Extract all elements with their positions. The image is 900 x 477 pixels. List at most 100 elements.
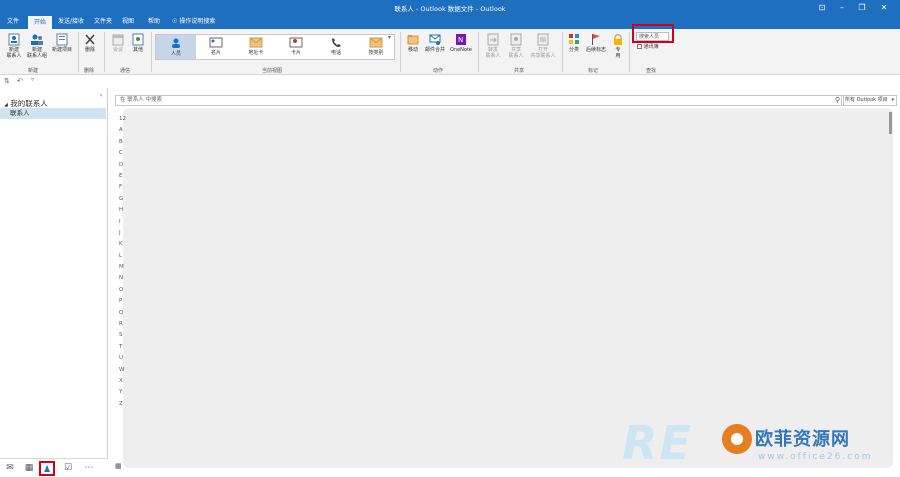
tell-me-label: 操作说明搜索 <box>179 18 216 25</box>
index-letter[interactable]: U <box>119 353 127 364</box>
folder-contacts[interactable]: 联系人 <box>0 108 106 119</box>
mail-merge-icon <box>429 34 441 45</box>
index-letter[interactable]: E <box>119 171 127 182</box>
index-letter[interactable]: C <box>119 148 127 159</box>
index-letter[interactable]: Q <box>119 308 127 319</box>
customize-icon[interactable]: ▿ <box>31 76 34 83</box>
categorize-label: 分类 <box>568 47 579 53</box>
index-letter[interactable]: S <box>119 330 127 341</box>
view-gallery: 人员 名片 地址卡 卡片 电话 按类别 <box>155 34 395 60</box>
view-business-card[interactable]: 名片 <box>196 35 236 59</box>
new-contact-label: 新建 联系人 <box>6 47 22 59</box>
index-letter[interactable]: J <box>119 228 127 239</box>
index-letter[interactable]: O <box>119 285 127 296</box>
search-scope-dropdown[interactable]: 所有 Outlook 项目 ▾ <box>841 95 897 106</box>
business-card-icon <box>209 37 223 48</box>
onenote-button[interactable]: N OneNote <box>448 33 474 53</box>
move-label: 移动 <box>407 47 418 53</box>
index-letter[interactable]: T <box>119 342 127 353</box>
communicate-group-label: 通信 <box>120 68 131 74</box>
svg-text:N: N <box>458 36 463 44</box>
ribbon-tabs: 文件 开始 发送/接收 文件夹 视图 帮助 ☉ 操作说明搜索 <box>0 15 900 29</box>
people-icon[interactable]: ♟ <box>39 461 55 476</box>
module-switcher: ✉ ▦ ♟ ☑ ⋯ <box>0 458 108 477</box>
private-label: 专 用 <box>615 47 621 59</box>
view-address-card[interactable]: 地址卡 <box>236 35 276 59</box>
gallery-scroll-chevron-icon[interactable]: ▾ <box>385 35 394 41</box>
follow-up-button[interactable]: 后续标志 <box>583 33 609 53</box>
index-letter[interactable]: N <box>119 273 127 284</box>
delete-button[interactable]: 删除 <box>82 33 98 53</box>
tab-view[interactable]: 视图 <box>118 15 138 29</box>
index-letter[interactable]: G <box>119 194 127 205</box>
open-shared-contacts-button[interactable]: 打开 共享联系人 <box>528 33 558 59</box>
new-contact-group-button[interactable]: 新建 联系人组 <box>26 33 48 59</box>
search-highlight-box <box>632 24 674 43</box>
tab-send-receive[interactable]: 发送/接收 <box>54 15 88 29</box>
view-card[interactable]: 卡片 <box>276 35 316 59</box>
tasks-icon[interactable]: ☑ <box>60 461 76 476</box>
scrollbar[interactable] <box>889 112 892 134</box>
categorize-button[interactable]: 分类 <box>565 33 583 53</box>
open-shared-contacts-icon <box>537 33 549 46</box>
open-shared-contacts-label: 打开 共享联系人 <box>530 47 556 59</box>
index-letter[interactable]: X <box>119 376 127 387</box>
more-communicate-button[interactable]: 其他 <box>129 33 147 53</box>
mail-merge-button[interactable]: 邮件合并 <box>423 33 447 53</box>
new-contact-button[interactable]: 新建 联系人 <box>4 33 24 59</box>
tab-home[interactable]: 开始 <box>28 15 52 29</box>
phone-icon <box>332 38 341 47</box>
new-items-button[interactable]: 新建项目 <box>50 33 74 53</box>
index-letter[interactable]: Y <box>119 387 127 398</box>
close-button[interactable]: ✕ <box>870 0 898 15</box>
tab-file[interactable]: 文件 <box>2 15 24 29</box>
index-letter[interactable]: W <box>119 365 127 376</box>
ribbon: 新建 联系人 新建 联系人组 新建项目 新建 删除 删除 会议 其他 通信 人员… <box>0 29 900 75</box>
index-letter[interactable]: K <box>119 239 127 250</box>
meeting-button[interactable]: 会议 <box>109 33 127 53</box>
send-receive-icon[interactable]: ⇅ <box>4 77 10 85</box>
tab-folder[interactable]: 文件夹 <box>90 15 116 29</box>
lightbulb-icon: ☉ <box>172 18 178 25</box>
divider <box>78 32 79 72</box>
private-button[interactable]: 专 用 <box>611 33 625 59</box>
index-letter[interactable]: I <box>119 217 127 228</box>
index-letter[interactable]: Z <box>119 399 127 410</box>
address-book-icon <box>637 44 642 49</box>
index-letter[interactable]: L <box>119 251 127 262</box>
index-letter[interactable]: F <box>119 182 127 193</box>
watermark: RE 欧菲资源网 www.office26.com <box>622 412 897 472</box>
index-letter[interactable]: P <box>119 296 127 307</box>
index-letter[interactable]: B <box>119 137 127 148</box>
index-letter[interactable]: 12 <box>119 114 127 125</box>
index-letter[interactable]: M <box>119 262 127 273</box>
view-people[interactable]: 人员 <box>156 35 196 59</box>
forward-contact-button[interactable]: 转发 联系人 <box>482 33 504 59</box>
my-contacts-label: 我的联系人 <box>10 99 48 108</box>
collapse-pane-icon[interactable]: ‹ <box>100 92 102 99</box>
share-contacts-label: 共享 联系人 <box>508 47 524 59</box>
search-icon[interactable]: ⚲ <box>835 96 840 105</box>
move-button[interactable]: 移动 <box>404 33 422 53</box>
search-contacts-input[interactable]: 在 联系人 中搜索 ⚲ <box>115 95 844 106</box>
address-book-button[interactable]: 通讯簿 <box>637 43 659 50</box>
view-phone[interactable]: 电话 <box>316 35 356 59</box>
index-letter[interactable]: H <box>119 205 127 216</box>
follow-up-label: 后续标志 <box>585 47 606 53</box>
view-by-category-label: 按类别 <box>368 50 384 56</box>
calendar-icon[interactable]: ▦ <box>21 461 37 476</box>
mail-icon[interactable]: ✉ <box>2 461 18 476</box>
forward-contact-icon <box>487 33 499 46</box>
index-letter[interactable]: A <box>119 125 127 136</box>
index-letter[interactable]: D <box>119 160 127 171</box>
alphabet-index: 12 A B C D E F G H I J K L M N O P Q R S T U W X Y Z <box>119 114 127 410</box>
undo-icon[interactable]: ↶ <box>17 77 23 85</box>
index-letter[interactable]: R <box>119 319 127 330</box>
tell-me-search[interactable]: ☉ 操作说明搜索 <box>172 15 238 29</box>
new-items-label: 新建项目 <box>51 47 72 53</box>
tab-help[interactable]: 帮助 <box>142 15 166 29</box>
share-contacts-button[interactable]: 共享 联系人 <box>505 33 527 59</box>
more-icon[interactable]: ⋯ <box>81 461 97 476</box>
search-scope-label: 所有 Outlook 项目 <box>845 97 888 103</box>
card-icon <box>289 37 303 48</box>
